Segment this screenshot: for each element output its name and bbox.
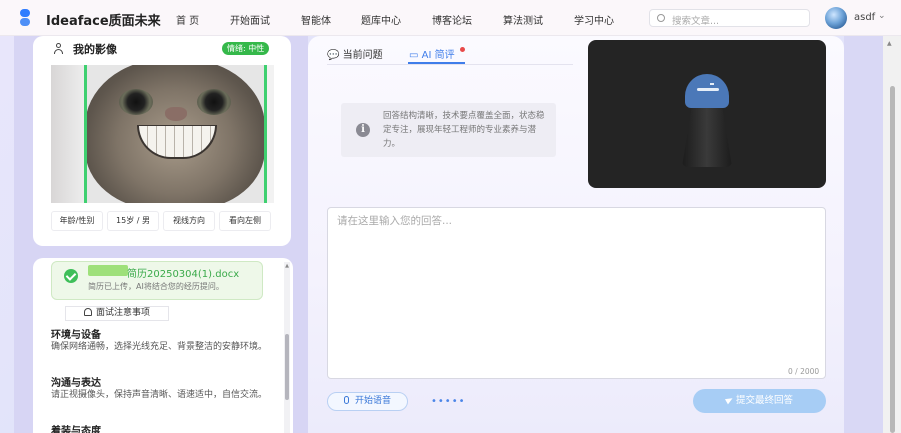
right-margin	[844, 36, 883, 433]
face-box-left	[84, 65, 87, 203]
info-gaze-label: 视线方向	[163, 211, 215, 231]
camera-photo	[51, 65, 274, 203]
info-age-label: 年龄/性别	[51, 211, 103, 231]
info-gaze-value: 看向左侧	[219, 211, 271, 231]
mic-icon	[343, 396, 349, 404]
answer-placeholder: 请在这里输入您的回答...	[337, 215, 453, 227]
chevron-down-icon[interactable]: ⌄	[878, 11, 886, 21]
submit-answer-button[interactable]: 提交最终回答	[693, 389, 826, 413]
avatar-eye-line	[697, 88, 719, 91]
nav-item-algorithm[interactable]: 算法测试	[503, 12, 543, 27]
blurred-name	[88, 265, 128, 276]
notice-heading-environment: 环境与设备	[51, 330, 101, 341]
notice-heading-attire: 着装与态度	[51, 426, 101, 433]
nav-item-blog[interactable]: 博客论坛	[432, 12, 472, 27]
answer-textarea[interactable]	[327, 207, 826, 379]
start-voice-button[interactable]: 开始语音	[327, 392, 408, 411]
avatar[interactable]	[825, 7, 847, 29]
notice-heading-communication: 沟通与表达	[51, 378, 101, 389]
cat-face-image	[85, 65, 265, 203]
active-tab-indicator	[408, 62, 465, 64]
bell-icon	[83, 308, 92, 316]
char-counter: 0 / 2000	[788, 367, 820, 376]
search-icon	[657, 14, 665, 22]
logo-icon[interactable]	[18, 9, 32, 27]
send-icon	[724, 395, 735, 405]
tab-current-question[interactable]: 💬 当前问题	[327, 46, 383, 61]
top-nav: Ideaface质面未来 首 页 开始面试 智能体 题库中心 博客论坛 算法测试…	[0, 0, 901, 36]
nav-item-agent[interactable]: 智能体	[301, 12, 331, 27]
page-scrollbar-thumb[interactable]	[890, 86, 895, 433]
username[interactable]: asdf	[854, 12, 875, 23]
scroll-up-icon[interactable]: ▲	[284, 263, 290, 269]
nav-item-question-bank[interactable]: 题库中心	[361, 12, 401, 27]
notification-dot	[460, 47, 465, 52]
resume-file-name[interactable]: 简历20250304(1).docx	[127, 265, 239, 280]
nav-item-learning[interactable]: 学习中心	[574, 12, 614, 27]
notice-scrollbar-thumb[interactable]	[285, 334, 289, 400]
page-scroll-up-icon[interactable]: ▲	[887, 40, 892, 47]
search-input[interactable]: 搜索文章...	[649, 9, 810, 27]
resume-status-text: 简历已上传，AI将结合您的经历提问。	[88, 282, 224, 291]
face-box-right	[264, 65, 267, 203]
tab-divider	[327, 64, 573, 65]
user-icon	[53, 43, 64, 54]
nav-item-home[interactable]: 首 页	[176, 12, 199, 27]
tab-ai-review[interactable]: ▭ AI 简评	[409, 46, 455, 61]
info-icon: i	[356, 123, 370, 137]
ai-review-text: 回答结构清晰，技术要点覆盖全面，状态稳定专注，展现年轻工程师的专业素养与潜力。	[383, 111, 545, 149]
check-icon	[64, 269, 78, 283]
brand-name[interactable]: Ideaface质面未来	[46, 10, 161, 29]
notice-body-communication: 请正视摄像头，保持声音清晰、语速适中，自信交流。	[51, 390, 268, 400]
search-placeholder: 搜索文章...	[672, 16, 720, 27]
nav-item-start-interview[interactable]: 开始面试	[230, 12, 270, 27]
voice-level-dots: •••••	[431, 396, 466, 407]
notice-body-environment: 确保网络通畅，选择光线充足、背景整洁的安静环境。	[51, 342, 268, 352]
info-age-value: 15岁 / 男	[107, 211, 159, 231]
notice-title: 面试注意事项	[65, 306, 169, 321]
profile-title: 我的影像	[73, 43, 117, 56]
mood-badge: 情绪: 中性	[222, 42, 270, 55]
